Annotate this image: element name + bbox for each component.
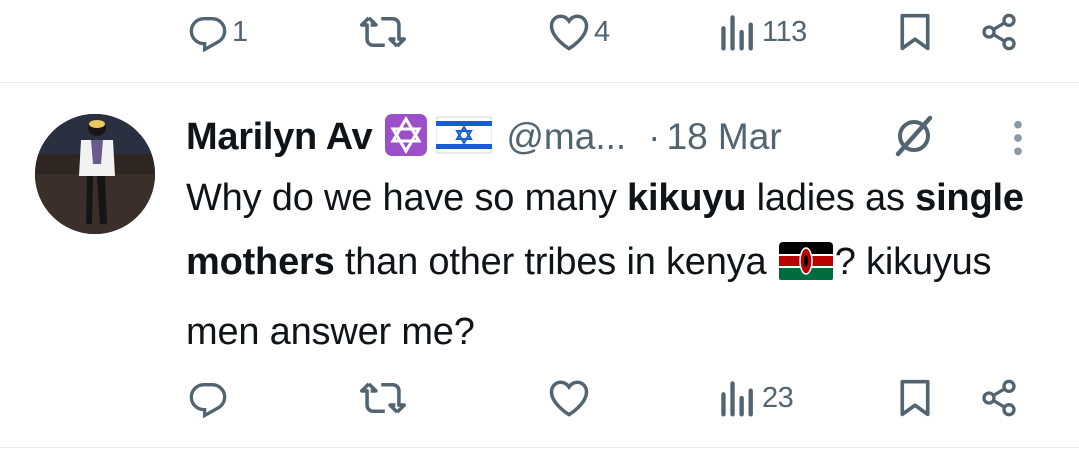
repost-button[interactable]	[360, 378, 406, 418]
tweet-text-part: than other tribes in kenya	[334, 241, 777, 283]
reply-icon	[189, 383, 227, 418]
views-icon	[721, 15, 753, 51]
tweet-date[interactable]: 18 Mar	[667, 116, 782, 158]
like-button[interactable]: 4	[548, 12, 610, 52]
bookmark-icon	[900, 379, 930, 417]
heart-icon	[549, 14, 589, 51]
avatar[interactable]	[35, 114, 155, 234]
reply-icon	[189, 17, 227, 52]
previous-tweet-actions: 1 4 113	[0, 10, 1079, 54]
tweet-divider	[0, 82, 1079, 83]
views-button[interactable]: 113	[718, 12, 807, 52]
heart-icon	[549, 380, 589, 417]
more-options-button[interactable]	[1008, 118, 1028, 163]
share-icon	[982, 13, 1016, 51]
views-count: 113	[762, 15, 807, 48]
like-button[interactable]	[548, 378, 590, 418]
views-icon	[721, 381, 753, 417]
like-count: 4	[594, 15, 610, 48]
repost-icon	[360, 16, 406, 48]
grok-icon	[895, 115, 933, 157]
grok-button[interactable]	[890, 112, 938, 165]
tweet-divider	[0, 447, 1079, 448]
bookmark-button[interactable]	[898, 378, 932, 418]
repost-button[interactable]	[360, 12, 406, 52]
separator-dot: ·	[648, 116, 661, 157]
tweet-actions: 23	[0, 378, 1079, 422]
tweet-text-bold: kikuyu	[627, 177, 747, 219]
avatar-photo	[35, 114, 155, 234]
tweet-header: Marilyn Av @ma... · 18 Mar	[186, 112, 782, 162]
more-vertical-icon	[1014, 120, 1022, 156]
tweet-text: Why do we have so many kikuyu ladies as …	[186, 166, 1046, 364]
tweet-text-part: Why do we have so many	[186, 177, 628, 219]
reply-button[interactable]	[188, 378, 228, 418]
share-button[interactable]	[978, 378, 1020, 418]
reply-button[interactable]: 1	[188, 12, 248, 52]
kenya-flag-icon	[778, 236, 833, 300]
bookmark-button[interactable]	[898, 12, 932, 52]
share-button[interactable]	[978, 12, 1020, 52]
star-of-david-icon	[384, 113, 428, 162]
views-button[interactable]: 23	[718, 378, 794, 418]
bookmark-icon	[900, 13, 930, 51]
reply-count: 1	[232, 15, 248, 48]
handle[interactable]: @ma...	[506, 116, 626, 158]
tweet-text-part: ladies as	[746, 177, 916, 219]
israel-flag-icon	[435, 115, 493, 160]
share-icon	[982, 379, 1016, 417]
views-count: 23	[762, 381, 794, 414]
display-name[interactable]: Marilyn Av	[186, 116, 373, 159]
repost-icon	[360, 382, 406, 414]
